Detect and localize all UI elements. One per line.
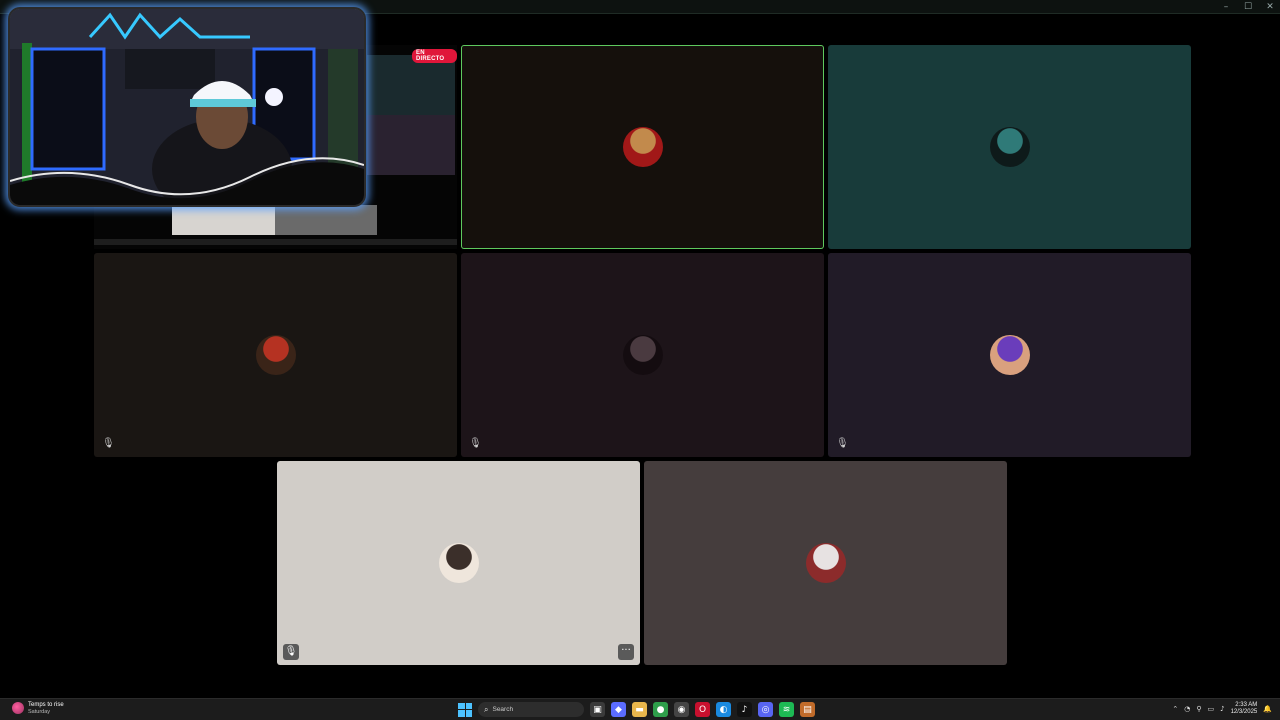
discord-icon[interactable]: ◎ bbox=[758, 702, 773, 717]
avatar bbox=[622, 127, 663, 167]
chrome-icon[interactable]: ● bbox=[653, 702, 668, 717]
taskbar-apps: ⌕ Search ▣ ◆ ▬ ● ◉ O ◐ ♪ ◎ ≋ ▤ bbox=[458, 702, 815, 717]
weather-icon bbox=[12, 702, 24, 714]
shared-screen-taskbar bbox=[94, 239, 457, 245]
mic-muted-icon: 🎙 bbox=[102, 438, 115, 449]
mic-muted-icon: 🎙 bbox=[836, 438, 849, 449]
close-icon[interactable]: ✕ bbox=[1264, 1, 1276, 13]
weather-title: Temps to rise bbox=[28, 702, 64, 708]
notification-bell-icon[interactable]: 🔔 bbox=[1263, 705, 1272, 713]
webcam-image bbox=[10, 9, 364, 205]
avatar bbox=[622, 335, 663, 375]
live-badge: EN DIRECTO bbox=[412, 49, 457, 63]
start-button[interactable] bbox=[458, 702, 472, 717]
search-placeholder: Search bbox=[492, 706, 514, 713]
avatar bbox=[438, 543, 479, 583]
weather-widget[interactable]: Temps to rise Saturday bbox=[12, 702, 64, 716]
tiktok-icon[interactable]: ♪ bbox=[737, 702, 752, 717]
opera-icon[interactable]: O bbox=[695, 702, 710, 717]
participant-tile-dark-brown[interactable]: 🎙 bbox=[94, 253, 457, 457]
shared-screen-participants bbox=[367, 55, 455, 175]
minimize-icon[interactable]: – bbox=[1220, 1, 1232, 13]
participant-tile-plum[interactable]: 🎙 bbox=[461, 253, 824, 457]
participant-tile-speaker[interactable] bbox=[461, 45, 824, 249]
battery-icon[interactable]: ▭ bbox=[1207, 705, 1214, 713]
clock-date: 12/3/2025 bbox=[1230, 709, 1258, 715]
call-window: – ☐ ✕ EN DIRECTO 🎙 🎙 🎙 🎙 ··· bbox=[0, 0, 1280, 698]
folder-icon[interactable]: ▬ bbox=[632, 702, 647, 717]
shared-screen-strip bbox=[172, 205, 377, 235]
taskbar-search-box[interactable]: ⌕ Search bbox=[478, 702, 584, 717]
spotify-icon[interactable]: ≋ bbox=[779, 702, 794, 717]
show-hidden-icons[interactable]: ⌃ bbox=[1172, 705, 1178, 713]
shared-screen-light-cell bbox=[172, 205, 275, 235]
weather-subtitle: Saturday bbox=[28, 709, 51, 715]
edge-icon[interactable]: ◐ bbox=[716, 702, 731, 717]
more-options-button[interactable]: ··· bbox=[618, 644, 634, 660]
shared-screen-cell bbox=[367, 115, 455, 175]
copilot-icon[interactable]: ◆ bbox=[611, 702, 626, 717]
avatar bbox=[989, 127, 1030, 167]
volume-icon[interactable]: ♪ bbox=[1220, 705, 1224, 713]
maximize-icon[interactable]: ☐ bbox=[1242, 1, 1254, 13]
system-tray: ⌃ ◔ ⚲ ▭ ♪ 2:33 AM 12/3/2025 🔔 bbox=[1172, 702, 1272, 716]
avatar bbox=[805, 543, 846, 583]
participant-tile-grey[interactable] bbox=[644, 461, 1007, 665]
mic-icon[interactable]: ⚲ bbox=[1196, 705, 1201, 713]
streamer-webcam-overlay bbox=[8, 7, 366, 207]
file-explorer-icon[interactable]: ▣ bbox=[590, 702, 605, 717]
participant-tile-indigo[interactable]: 🎙 bbox=[828, 253, 1191, 457]
obs-icon[interactable]: ◉ bbox=[674, 702, 689, 717]
participant-tile-light[interactable]: 🎙 ··· bbox=[277, 461, 640, 665]
mic-muted-icon[interactable]: 🎙 bbox=[283, 644, 299, 660]
clock-time: 2:33 AM bbox=[1235, 702, 1258, 708]
window-controls: – ☐ ✕ bbox=[1220, 1, 1276, 13]
avatar bbox=[255, 335, 296, 375]
participant-tile-teal[interactable] bbox=[828, 45, 1191, 249]
mic-muted-icon: 🎙 bbox=[469, 438, 482, 449]
taskbar-clock[interactable]: 2:33 AM 12/3/2025 bbox=[1231, 702, 1258, 716]
avatar bbox=[989, 335, 1030, 375]
app-icon[interactable]: ▤ bbox=[800, 702, 815, 717]
search-icon: ⌕ bbox=[484, 704, 489, 714]
network-icon[interactable]: ◔ bbox=[1184, 705, 1190, 713]
windows-taskbar: Temps to rise Saturday ⌕ Search ▣ ◆ ▬ ● ◉ O ◐ ♪… bbox=[0, 698, 1280, 720]
